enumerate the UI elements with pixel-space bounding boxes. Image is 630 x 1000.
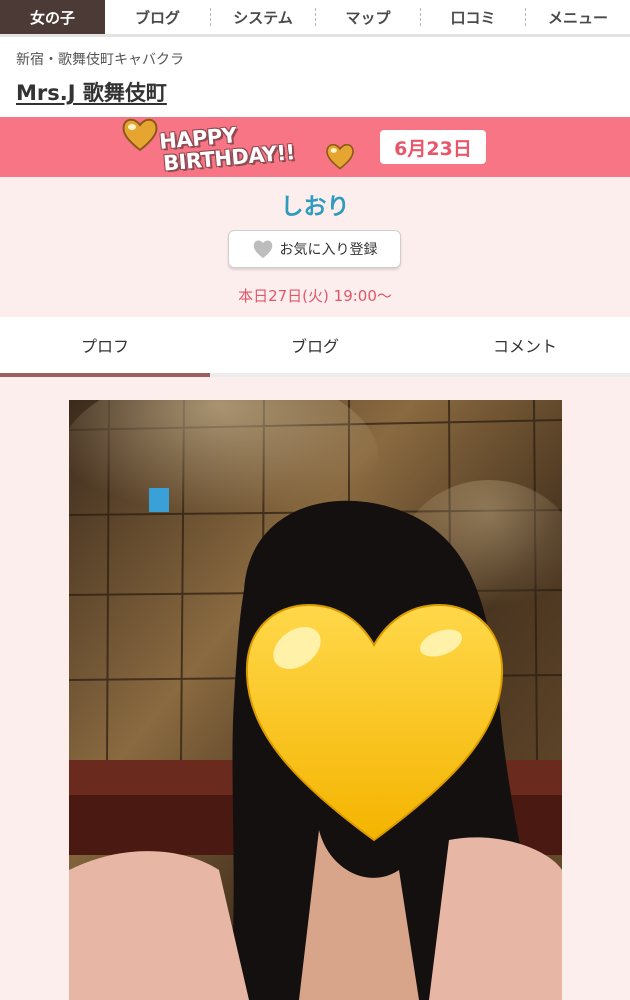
heart-icon: [253, 240, 272, 258]
favorite-button[interactable]: お気に入り登録: [228, 230, 401, 268]
shop-header: 新宿・歌舞伎町キャバクラ Mrs.J 歌舞伎町: [0, 37, 630, 117]
nav-tab-girls[interactable]: 女の子: [0, 0, 105, 34]
favorite-label: お気に入り登録: [279, 242, 378, 258]
profile-section: しおり お気に入り登録 本日27日(火) 19:00〜: [0, 177, 630, 317]
tab-blog[interactable]: ブログ: [210, 317, 420, 373]
nav-tab-label: システム: [233, 8, 293, 27]
schedule-text: 本日27日(火) 19:00〜: [238, 287, 392, 305]
tab-profile[interactable]: プロフ: [0, 317, 210, 377]
nav-tab-system[interactable]: システム: [211, 0, 315, 34]
gold-heart-icon: [122, 118, 158, 152]
profile-tabs: プロフ ブログ コメント: [0, 317, 630, 377]
nav-tab-label: ブログ: [134, 8, 180, 27]
girl-name: しおり: [280, 194, 350, 220]
nav-tab-map[interactable]: マップ: [316, 0, 420, 34]
top-nav: 女の子 ブログ システム マップ 口コミ メニュー: [0, 0, 630, 37]
tab-label: コメント: [492, 337, 557, 356]
tab-label: ブログ: [290, 337, 339, 356]
birthday-date: 6月23日: [380, 130, 486, 164]
birthday-banner: HAPPY BIRTHDAY!! 6月23日: [0, 117, 630, 177]
shop-category: 新宿・歌舞伎町キャバクラ: [16, 52, 184, 68]
shop-name-link[interactable]: Mrs.J 歌舞伎町: [16, 77, 167, 107]
nav-tab-label: 口コミ: [450, 8, 496, 27]
nav-tab-label: メニュー: [547, 8, 608, 27]
nav-tab-label: 女の子: [29, 8, 75, 27]
nav-tab-reviews[interactable]: 口コミ: [421, 0, 525, 34]
nav-tab-menu[interactable]: メニュー: [526, 0, 630, 34]
profile-photo[interactable]: [69, 400, 562, 1000]
birthday-title: HAPPY BIRTHDAY!!: [158, 119, 295, 175]
nav-tab-label: マップ: [345, 8, 391, 27]
photo-image: [69, 400, 562, 1000]
tab-comment[interactable]: コメント: [420, 317, 630, 373]
nav-tab-blog[interactable]: ブログ: [105, 0, 210, 34]
gold-heart-icon: [326, 143, 354, 170]
tab-label: プロフ: [80, 337, 129, 356]
